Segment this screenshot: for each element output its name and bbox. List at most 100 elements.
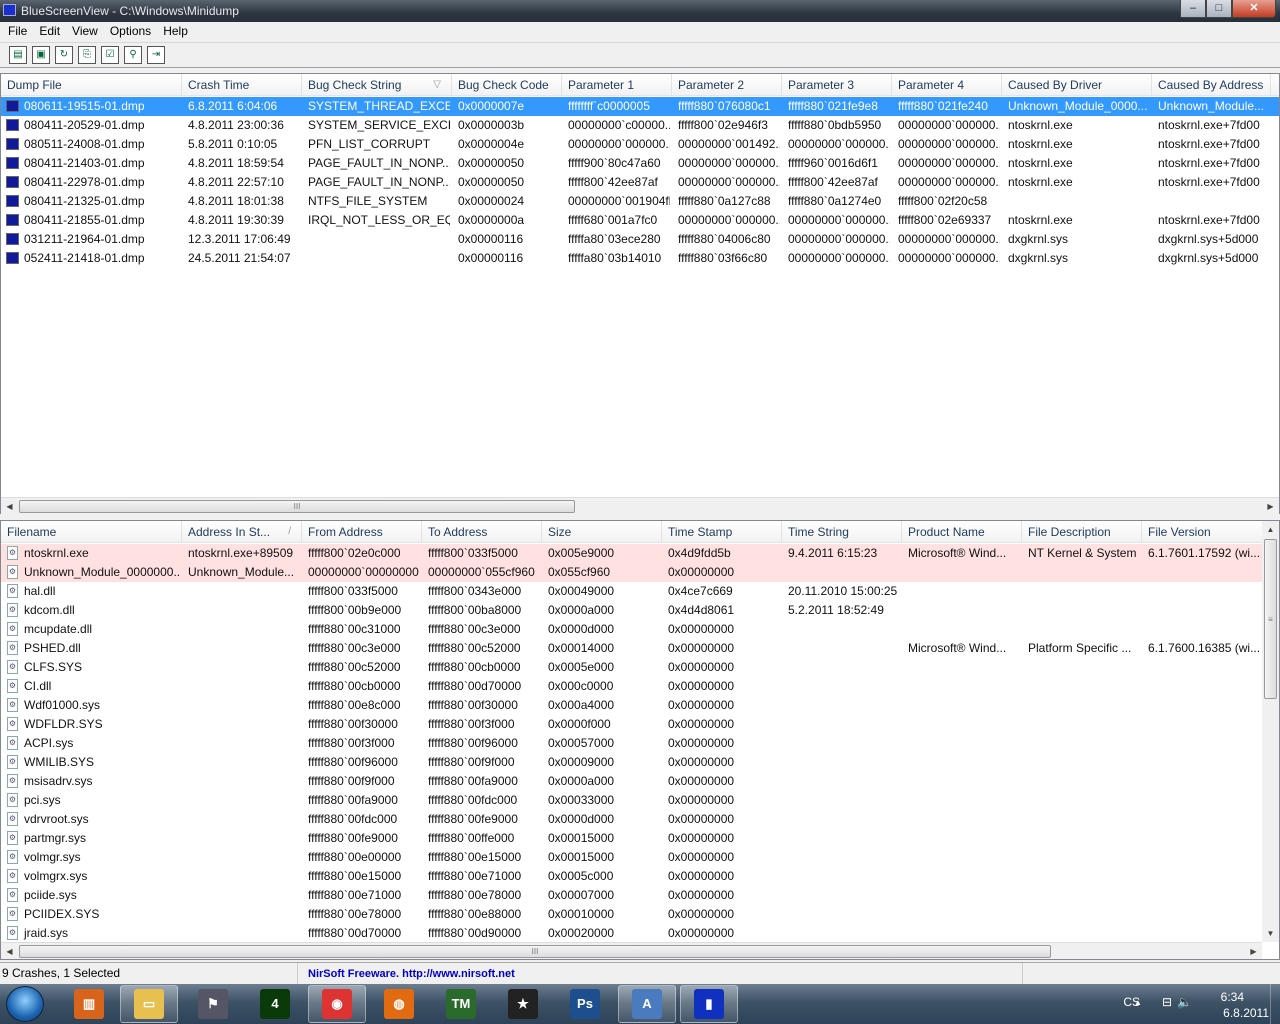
refresh-icon[interactable]: ↻ <box>55 46 73 64</box>
start-button[interactable] <box>6 986 44 1022</box>
show-hidden-icons-icon[interactable]: ▲ <box>1134 998 1144 1007</box>
column-header-bug-check-code[interactable]: Bug Check Code <box>452 74 562 96</box>
menu-edit[interactable]: Edit <box>33 22 66 42</box>
column-header-address-in-st[interactable]: Address In St... / <box>182 521 302 543</box>
cell-caused-by-address: ntoskrnl.exe+7fd00 <box>1158 213 1260 227</box>
column-header-parameter-4[interactable]: Parameter 4 <box>892 74 1002 96</box>
minimize-button[interactable]: – <box>1180 0 1206 18</box>
module-row[interactable]: ⚙ PSHED.dll fffff880`00c3e000 fffff880`00c5… <box>1 639 1279 658</box>
column-header-parameter-1[interactable]: Parameter 1 <box>562 74 672 96</box>
module-row[interactable]: ⚙ WMILIB.SYS fffff880`00f96000 fffff880`00f… <box>1 753 1279 772</box>
menu-options[interactable]: Options <box>104 22 157 42</box>
crash-row[interactable]: 031211-21964-01.dmp 12.3.2011 17:06:49 0x0… <box>1 230 1279 249</box>
crash-row[interactable]: 080411-21403-01.dmp 4.8.2011 18:59:54 PAGE… <box>1 154 1279 173</box>
column-header-caused-by-driver[interactable]: Caused By Driver <box>1002 74 1152 96</box>
column-header-caused-by-address[interactable]: Caused By Address <box>1152 74 1271 96</box>
module-list[interactable]: Filename Address In St... / From Address To … <box>0 520 1280 960</box>
crash-row[interactable]: 080411-21325-01.dmp 4.8.2011 18:01:38 NTFS… <box>1 192 1279 211</box>
column-header-time-string[interactable]: Time String <box>782 521 902 543</box>
maximize-button[interactable]: □ <box>1206 0 1232 18</box>
column-header-file-description[interactable]: File Description <box>1022 521 1142 543</box>
taskbar-explorer-button[interactable]: ▭ <box>120 985 178 1023</box>
crash-row[interactable]: 080411-21855-01.dmp 4.8.2011 19:30:39 IRQL… <box>1 211 1279 230</box>
module-row[interactable]: ⚙ pci.sys fffff880`00fa9000 fffff880`00fdc0… <box>1 791 1279 810</box>
scroll-right-arrow[interactable]: ▶ <box>1262 498 1279 515</box>
scroll-left-arrow[interactable]: ◀ <box>1 943 18 960</box>
module-row[interactable]: ⚙ jraid.sys fffff880`00d70000 fffff880`00d9… <box>1 924 1279 943</box>
module-row[interactable]: ⚙ WDFLDR.SYS fffff880`00f30000 fffff880`00f… <box>1 715 1279 734</box>
taskbar-firefox-button[interactable]: ◍ <box>370 985 428 1023</box>
menu-help[interactable]: Help <box>157 22 194 42</box>
taskbar-counter-strike-button[interactable]: ⚑ <box>184 985 242 1023</box>
crash-row[interactable]: 080511-24008-01.dmp 5.8.2011 0:10:05 PFN_L… <box>1 135 1279 154</box>
clock-date[interactable]: 6.8.2011 <box>1223 1006 1269 1020</box>
module-row[interactable]: ⚙ Unknown_Module_0000000... Unknown_Module… <box>1 563 1263 582</box>
module-row[interactable]: ⚙ volmgrx.sys fffff880`00e15000 fffff880`00… <box>1 867 1279 886</box>
clock-time[interactable]: 6:34 <box>1221 990 1244 1004</box>
cell-bug-check-code: 0x00000116 <box>458 232 524 246</box>
scroll-thumb[interactable]: III <box>19 945 1051 958</box>
taskbar-wordpad-button[interactable]: A <box>618 985 676 1023</box>
module-row[interactable]: ⚙ hal.dll fffff800`033f5000 fffff800`0343e0… <box>1 582 1279 601</box>
exit-icon[interactable]: ⇥ <box>147 46 165 64</box>
column-header-size[interactable]: Size <box>542 521 662 543</box>
taskbar-tm-button[interactable]: TM <box>432 985 490 1023</box>
taskbar-chrome-button[interactable]: ◉ <box>308 985 366 1023</box>
scroll-thumb[interactable]: ≡ <box>1264 539 1277 699</box>
taskbar-winamp-button[interactable]: ▥ <box>60 985 118 1023</box>
column-header-file-version[interactable]: File Version <box>1142 521 1271 543</box>
taskbar-star-2-button[interactable]: ★ <box>494 985 552 1023</box>
module-list-vscrollbar[interactable]: ▲ ≡ ▼ <box>1262 521 1279 942</box>
module-row[interactable]: ⚙ Wdf01000.sys fffff880`00e8c000 fffff880`0… <box>1 696 1279 715</box>
module-row[interactable]: ⚙ PCIIDEX.SYS fffff880`00e78000 fffff880`00… <box>1 905 1279 924</box>
column-header-parameter-2[interactable]: Parameter 2 <box>672 74 782 96</box>
crash-list[interactable]: Dump File Crash Time Bug Check String ▽ Bug … <box>0 73 1280 514</box>
module-row[interactable]: ⚙ CI.dll fffff880`00cb0000 fffff880`00d7000… <box>1 677 1279 696</box>
copy-icon[interactable]: ⎘ <box>78 46 96 64</box>
column-header-parameter-3[interactable]: Parameter 3 <box>782 74 892 96</box>
crash-row[interactable]: 080411-20529-01.dmp 4.8.2011 23:00:36 SYST… <box>1 116 1279 135</box>
crash-list-hscrollbar[interactable]: ◀ III ▶ <box>1 497 1279 514</box>
column-header-product-name[interactable]: Product Name <box>902 521 1022 543</box>
module-row[interactable]: ⚙ vdrvroot.sys fffff880`00fdc000 fffff880`0… <box>1 810 1279 829</box>
menu-view[interactable]: View <box>66 22 104 42</box>
module-row[interactable]: ⚙ pciide.sys fffff880`00e71000 fffff880`00e… <box>1 886 1279 905</box>
show-desktop-button[interactable] <box>1270 984 1280 1024</box>
taskbar-app-green-button[interactable]: 4 <box>246 985 304 1023</box>
scroll-left-arrow[interactable]: ◀ <box>1 498 18 515</box>
find-icon[interactable]: ⚲ <box>124 46 142 64</box>
crash-row[interactable]: 080411-22978-01.dmp 4.8.2011 22:57:10 PAGE… <box>1 173 1279 192</box>
crash-row[interactable]: 080611-19515-01.dmp 6.8.2011 6:04:06 SYSTE… <box>1 97 1279 116</box>
column-header-dump-file[interactable]: Dump File <box>1 74 182 96</box>
module-row[interactable]: ⚙ CLFS.SYS fffff880`00c52000 fffff880`00cb0… <box>1 658 1279 677</box>
html-report-icon[interactable]: ▤ <box>9 46 27 64</box>
module-list-hscrollbar[interactable]: ◀ III ▶ <box>1 942 1262 959</box>
crash-row[interactable]: 052411-21418-01.dmp 24.5.2011 21:54:07 0x0… <box>1 249 1279 268</box>
column-header-time-stamp[interactable]: Time Stamp <box>662 521 782 543</box>
column-header-to-address[interactable]: To Address <box>422 521 542 543</box>
column-header-crash-time[interactable]: Crash Time <box>182 74 302 96</box>
volume-icon[interactable]: 🔈 <box>1177 995 1192 1009</box>
menu-file[interactable]: File <box>2 22 33 42</box>
scroll-up-arrow[interactable]: ▲ <box>1262 521 1279 538</box>
module-row[interactable]: ⚙ ACPI.sys fffff880`00f3f000 fffff880`00f96… <box>1 734 1279 753</box>
module-row[interactable]: ⚙ msisadrv.sys fffff880`00f9f000 fffff880`0… <box>1 772 1279 791</box>
column-header-filename[interactable]: Filename <box>1 521 182 543</box>
module-row[interactable]: ⚙ kdcom.dll fffff800`00b9e000 fffff800`00ba… <box>1 601 1279 620</box>
taskbar-bluescreenview-button[interactable]: ▮ <box>680 985 738 1023</box>
scroll-thumb[interactable]: III <box>19 500 575 513</box>
close-button[interactable]: ✕ <box>1232 0 1276 18</box>
nirsoft-link[interactable]: http://www.nirsoft.net <box>402 968 515 980</box>
properties-icon[interactable]: ☑ <box>101 46 119 64</box>
column-header-bug-check-string[interactable]: Bug Check String ▽ <box>302 74 452 96</box>
save-icon[interactable]: ▣ <box>32 46 50 64</box>
module-row[interactable]: ⚙ partmgr.sys fffff880`00fe9000 fffff880`00… <box>1 829 1279 848</box>
module-row[interactable]: ⚙ mcupdate.dll fffff880`00c31000 fffff880`0… <box>1 620 1279 639</box>
column-header-from-address[interactable]: From Address <box>302 521 422 543</box>
taskbar-photoshop-button[interactable]: Ps <box>556 985 614 1023</box>
scroll-right-arrow[interactable]: ▶ <box>1245 943 1262 960</box>
network-icon[interactable]: ⊟ <box>1162 995 1172 1009</box>
module-row[interactable]: ⚙ ntoskrnl.exe ntoskrnl.exe+89509 fffff800`… <box>1 544 1263 563</box>
module-row[interactable]: ⚙ volmgr.sys fffff880`00e00000 fffff880`00e… <box>1 848 1279 867</box>
scroll-down-arrow[interactable]: ▼ <box>1262 925 1279 942</box>
